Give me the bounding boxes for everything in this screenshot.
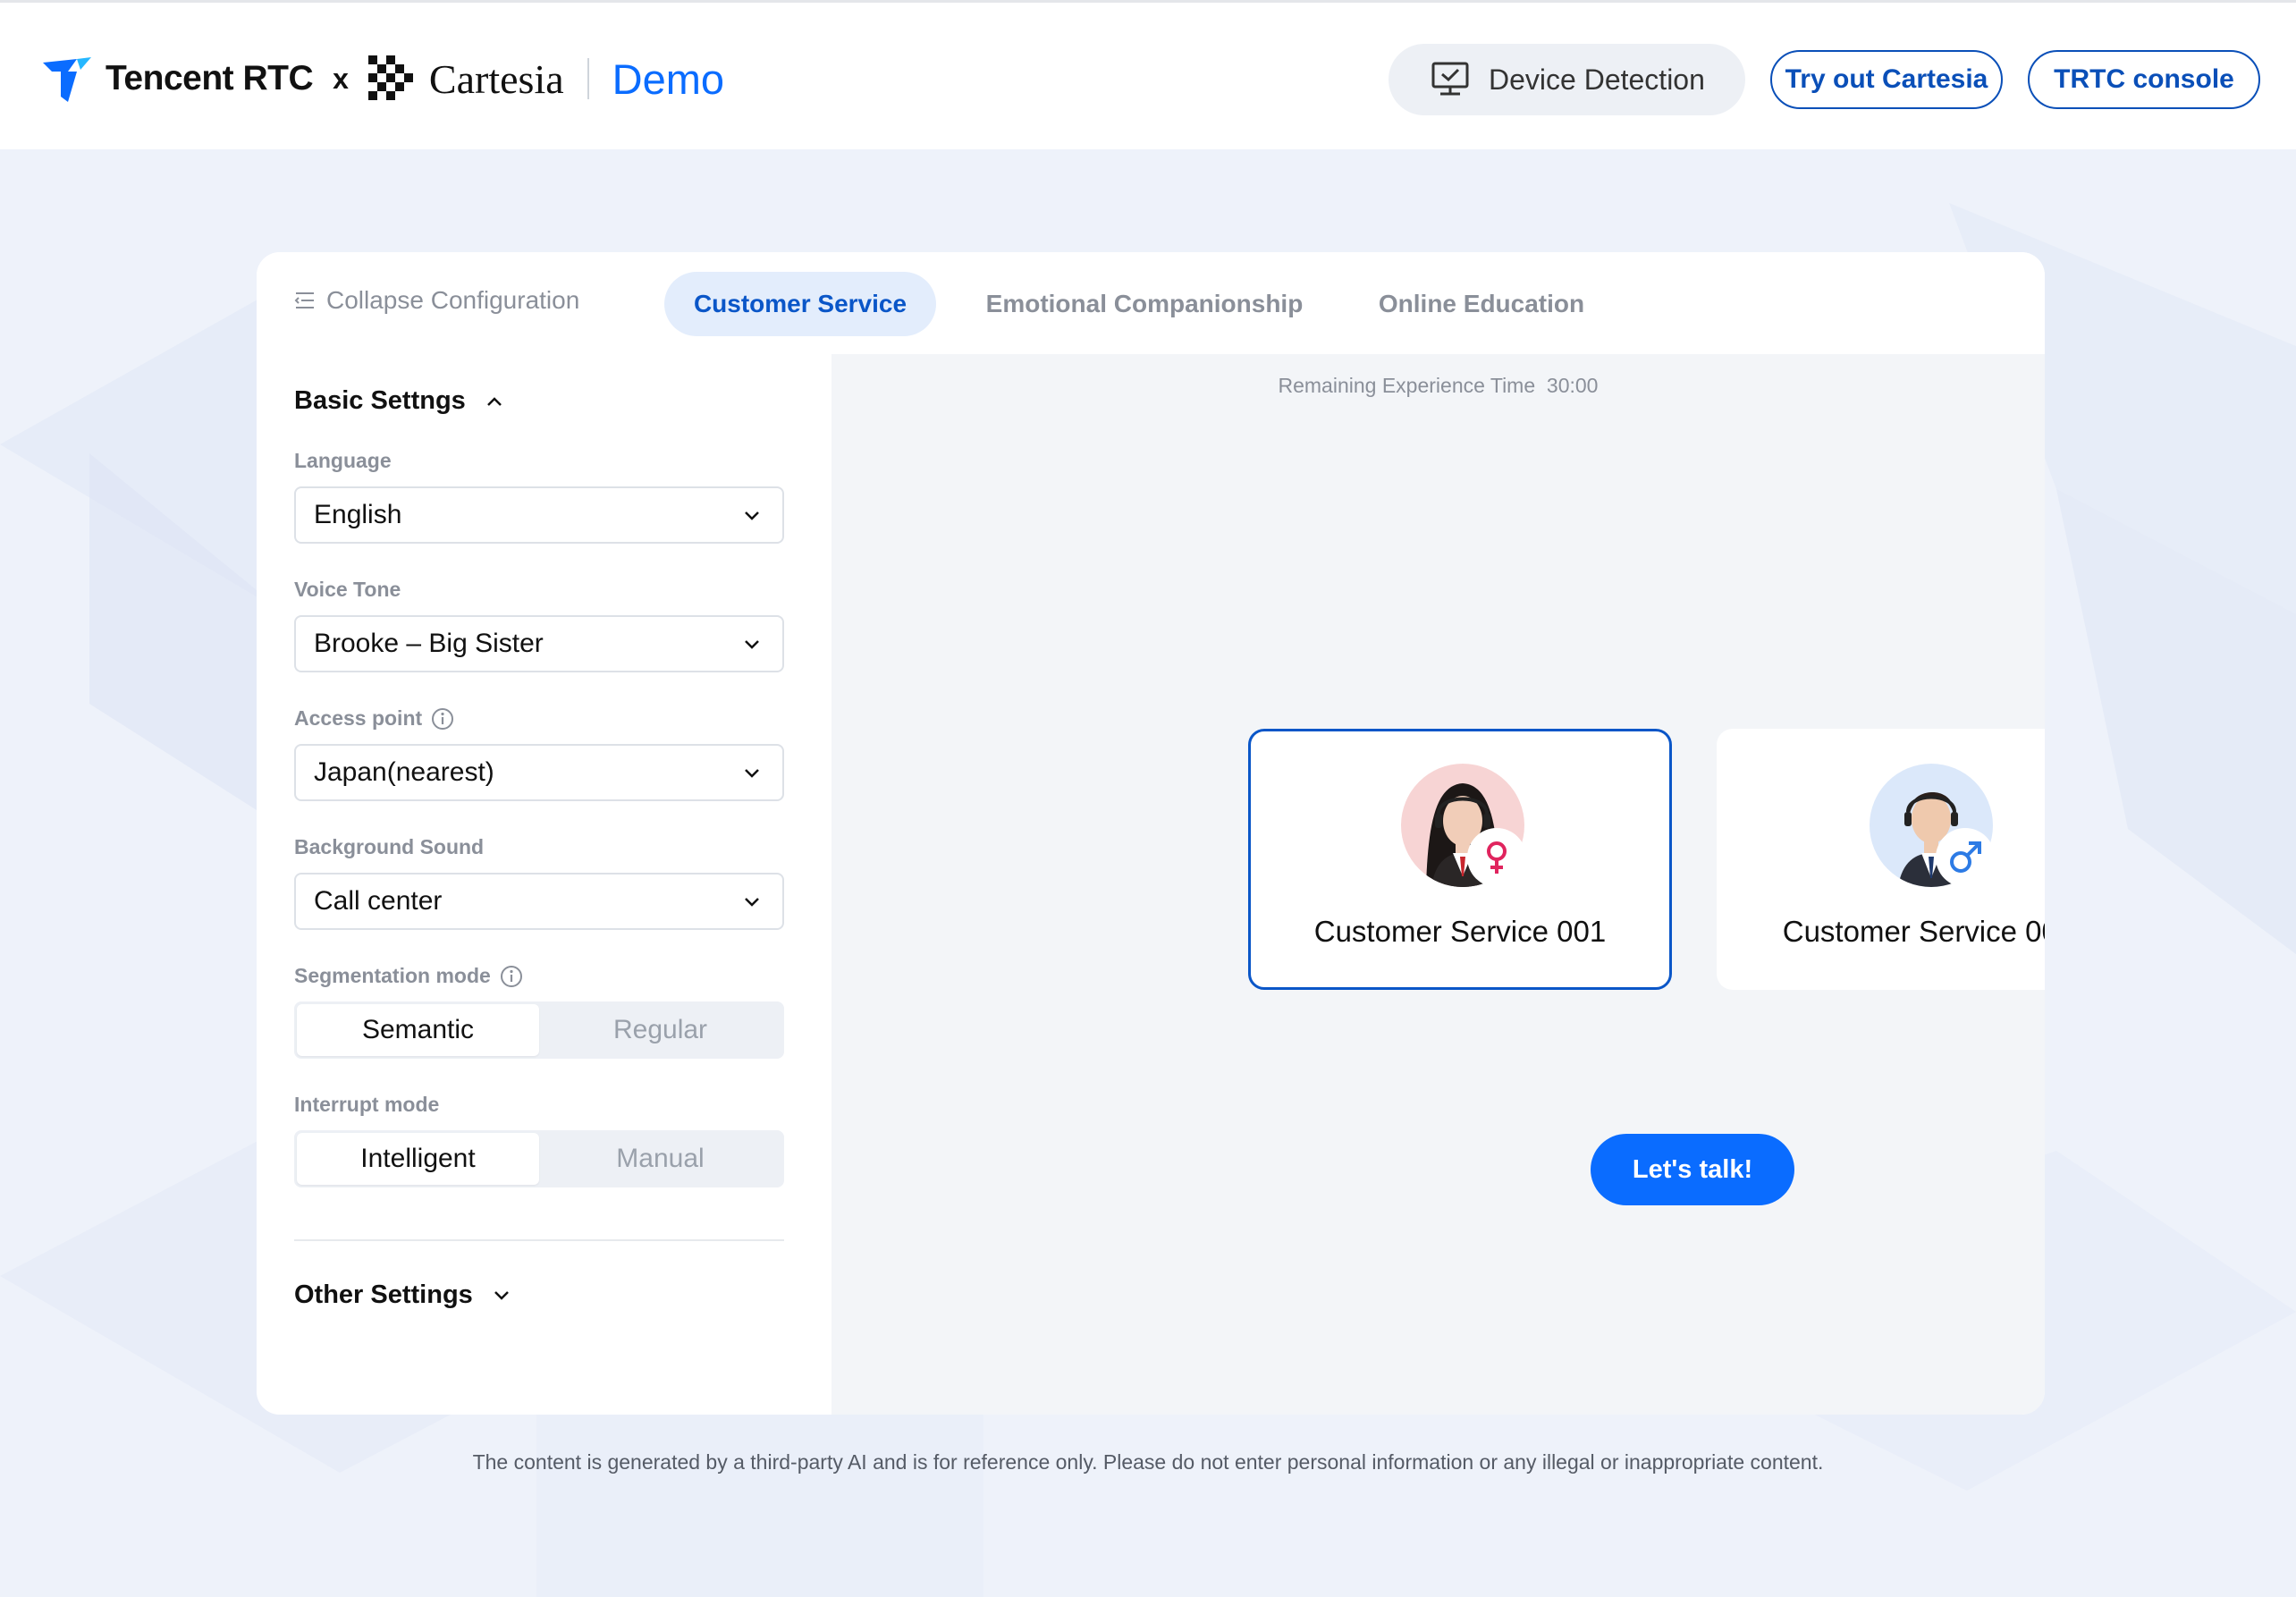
language-value: English (314, 500, 402, 529)
brand-logo: Tencent RTC x Cartesia Demo (41, 52, 724, 106)
interrupt-mode-toggle: Intelligent Manual (294, 1130, 784, 1187)
voice-tone-label: Voice Tone (294, 578, 401, 602)
agent-card-002[interactable]: Customer Service 002 (1717, 729, 2045, 990)
tab-customer-service[interactable]: Customer Service (664, 272, 936, 336)
basic-settings-title: Basic Settngs (294, 386, 466, 415)
lets-talk-button[interactable]: Let's talk! (1591, 1134, 1794, 1205)
brand-cartesia: Cartesia (428, 55, 564, 102)
segmentation-option-regular[interactable]: Regular (539, 1004, 781, 1056)
other-settings-title: Other Settings (294, 1280, 473, 1309)
tencent-rtc-logo-icon (43, 57, 91, 102)
language-select[interactable]: English (294, 486, 784, 544)
brand-tencent: Tencent RTC (106, 59, 314, 97)
monitor-check-icon (1431, 62, 1469, 96)
female-symbol-icon (1487, 841, 1507, 874)
remaining-time-value: 30:00 (1546, 374, 1599, 397)
interrupt-option-intelligent[interactable]: Intelligent (297, 1133, 539, 1185)
male-badge (1936, 828, 1995, 887)
chevron-down-icon (745, 898, 759, 907)
agent-card-001[interactable]: Customer Service 001 (1248, 729, 1672, 990)
collapse-configuration-label: Collapse Configuration (326, 286, 580, 314)
access-point-label: Access point (294, 706, 454, 731)
chevron-down-icon (494, 1290, 509, 1300)
voice-tone-value: Brooke – Big Sister (314, 629, 544, 658)
basic-settings-toggle[interactable]: Basic Settngs (294, 386, 503, 416)
list-collapse-icon (294, 292, 314, 308)
brand-times: x (333, 62, 349, 95)
background-sound-label-text: Background Sound (294, 835, 485, 858)
chevron-up-icon (486, 396, 502, 406)
interrupt-mode-label-text: Interrupt mode (294, 1093, 440, 1116)
other-settings-toggle[interactable]: Other Settings (294, 1280, 511, 1310)
interrupt-mode-label: Interrupt mode (294, 1093, 439, 1117)
agent-name: Customer Service 001 (1313, 915, 1607, 948)
background-sound-value: Call center (314, 886, 443, 916)
device-detection-label: Device Detection (1489, 63, 1705, 96)
access-point-label-text: Access point (294, 706, 423, 730)
remaining-time: Remaining Experience Time 30:00 (831, 374, 2045, 398)
remaining-time-label: Remaining Experience Time (1278, 374, 1536, 397)
tab-online-education[interactable]: Online Education (1365, 272, 1598, 336)
chevron-down-icon (745, 640, 759, 649)
brand-demo: Demo (612, 55, 725, 103)
configuration-sidebar: Basic Settngs Language English Voice Ton… (257, 354, 831, 1415)
interrupt-option-manual[interactable]: Manual (539, 1133, 781, 1185)
cartesia-logo-icon (367, 55, 413, 100)
info-icon[interactable] (500, 965, 523, 988)
agent-stage: Remaining Experience Time 30:00 Customer… (831, 354, 2045, 1415)
brand-divider (587, 58, 589, 99)
collapse-configuration-button[interactable]: Collapse Configuration (294, 286, 579, 315)
segmentation-option-semantic[interactable]: Semantic (297, 1004, 539, 1056)
device-detection-button[interactable]: Device Detection (1389, 44, 1745, 115)
top-header: Tencent RTC x Cartesia Demo Device Detec… (0, 0, 2296, 149)
chevron-down-icon (745, 511, 759, 520)
voice-tone-select[interactable]: Brooke – Big Sister (294, 615, 784, 672)
info-icon[interactable] (431, 707, 454, 731)
background-sound-label: Background Sound (294, 835, 484, 859)
segmentation-mode-label-text: Segmentation mode (294, 964, 491, 987)
female-badge (1467, 828, 1526, 887)
settings-divider (294, 1239, 784, 1241)
agent-name: Customer Service 002 (1782, 915, 2045, 948)
access-point-value: Japan(nearest) (314, 757, 494, 787)
scenario-tabbar: Collapse Configuration Customer Service … (257, 252, 2045, 354)
try-cartesia-button[interactable]: Try out Cartesia (1770, 50, 2003, 109)
background-sound-select[interactable]: Call center (294, 873, 784, 930)
language-label: Language (294, 449, 392, 473)
segmentation-mode-toggle: Semantic Regular (294, 1001, 784, 1059)
ai-disclaimer: The content is generated by a third-part… (472, 1450, 1824, 1474)
male-symbol-icon (1950, 841, 1981, 873)
tab-emotional-companionship[interactable]: Emotional Companionship (979, 272, 1310, 336)
language-label-text: Language (294, 449, 392, 472)
access-point-select[interactable]: Japan(nearest) (294, 744, 784, 801)
segmentation-mode-label: Segmentation mode (294, 964, 523, 988)
voice-tone-label-text: Voice Tone (294, 578, 401, 601)
demo-card: Collapse Configuration Customer Service … (257, 252, 2045, 1415)
chevron-down-icon (745, 769, 759, 778)
trtc-console-button[interactable]: TRTC console (2028, 50, 2260, 109)
